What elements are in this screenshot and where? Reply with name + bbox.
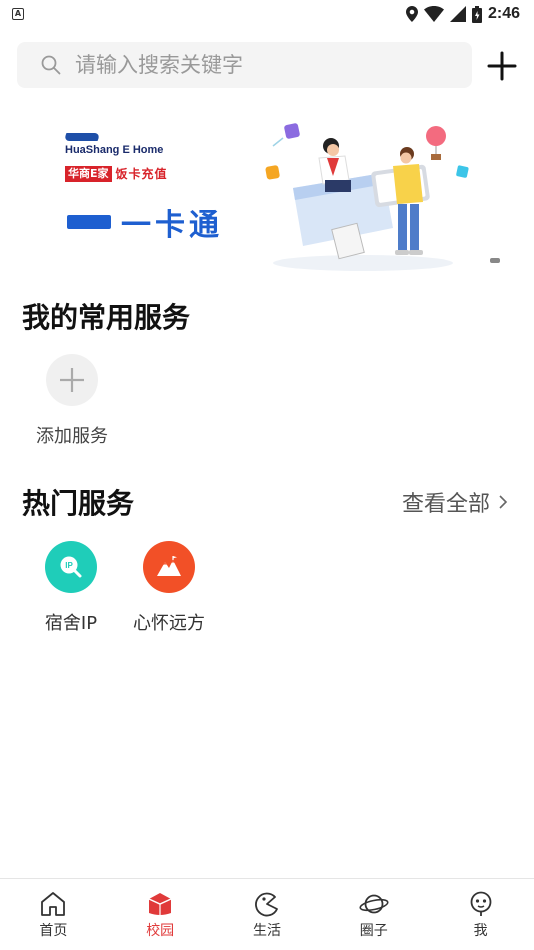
tab-label: 我 <box>473 923 488 939</box>
add-service-label-text: 添加服务 <box>36 426 108 447</box>
tab-home[interactable]: 首页 <box>0 879 107 950</box>
notification-icon: A <box>12 8 24 20</box>
home-icon <box>41 892 66 916</box>
brand-logo-mark <box>63 133 101 141</box>
search-icon <box>41 55 61 75</box>
plus-icon <box>60 368 84 392</box>
hot-item-icon-bg: IP <box>45 541 97 593</box>
hot-services-title: 热门服务 <box>22 487 135 520</box>
add-service-circle <box>46 354 98 406</box>
view-all-label: 查看全部 <box>401 492 490 517</box>
tab-label: 圈子 <box>359 923 388 939</box>
add-service-label: 添加服务 <box>32 422 112 448</box>
planet-icon <box>359 894 389 914</box>
tab-label: 首页 <box>39 923 68 939</box>
clock: 2:46 <box>487 5 520 22</box>
banner-illustration <box>265 123 469 271</box>
tab-label: 生活 <box>252 923 281 939</box>
chevron-right-icon <box>499 495 508 509</box>
location-icon <box>405 6 418 22</box>
tab-label: 校园 <box>146 923 175 939</box>
add-service-button[interactable]: 添加服务 <box>32 354 112 447</box>
carousel-indicator <box>490 258 500 263</box>
life-icon <box>255 892 278 917</box>
mountain-icon <box>157 556 181 576</box>
tab-circle[interactable]: 圈子 <box>320 879 427 950</box>
search-row: 请输入搜索关键字 <box>0 42 534 88</box>
tag-text: 饭卡充值 <box>115 167 168 181</box>
brand-name: HuaShang E Home <box>65 144 164 156</box>
status-bar: A 2:46 <box>0 0 534 30</box>
bottom-tab-bar: 首页 校园 生活 圈子 我 <box>0 878 534 950</box>
hot-item-dorm-ip[interactable]: IP 宿舍IP <box>26 541 116 635</box>
signal-icon <box>449 6 466 22</box>
banner-tag: 华商E家 饭卡充值 <box>65 166 168 182</box>
banner-title: 一卡通 <box>121 208 223 243</box>
banner-title-row: 一卡通 <box>67 200 223 244</box>
hot-item-icon-bg <box>143 541 195 593</box>
profile-icon <box>470 891 491 916</box>
campus-icon <box>148 893 172 915</box>
search-placeholder: 请输入搜索关键字 <box>75 53 243 77</box>
wifi-icon <box>423 6 444 22</box>
tab-life[interactable]: 生活 <box>214 879 321 950</box>
hot-item-label: 心怀远方 <box>133 613 205 634</box>
view-all-link[interactable]: 查看全部 <box>402 486 508 518</box>
favorites-title: 我的常用服务 <box>22 301 191 334</box>
add-icon[interactable] <box>486 50 518 82</box>
hot-item-far-away[interactable]: 心怀远方 <box>124 541 214 635</box>
tab-me[interactable]: 我 <box>427 879 534 950</box>
ip-icon-text: IP <box>65 561 73 570</box>
card-dash <box>67 215 111 229</box>
status-icons: 2:46 <box>405 4 520 24</box>
tab-campus[interactable]: 校园 <box>107 879 214 950</box>
banner-carousel[interactable]: HuaShang E Home 华商E家 饭卡充值 一卡通 <box>17 108 517 278</box>
battery-icon <box>471 5 482 23</box>
hot-item-label: 宿舍IP <box>44 613 98 634</box>
search-input[interactable]: 请输入搜索关键字 <box>17 42 472 88</box>
brand-tag: 华商E家 <box>65 166 112 182</box>
ip-search-icon: IP <box>60 556 82 578</box>
